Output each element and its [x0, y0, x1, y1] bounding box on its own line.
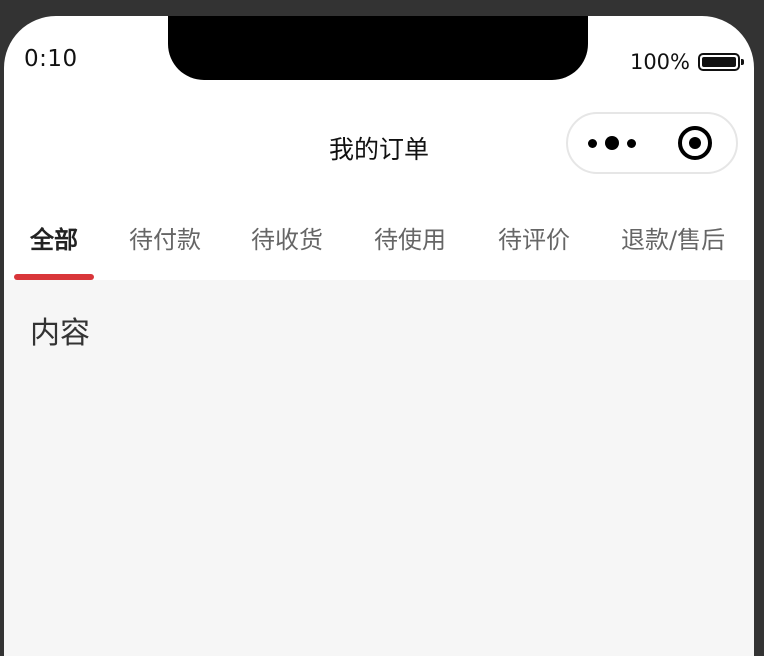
tab-pending-receipt[interactable]: 待收货 [251, 220, 323, 255]
menu-capsule [566, 112, 738, 174]
more-dots-icon[interactable] [588, 114, 636, 172]
device-notch [168, 16, 588, 80]
tab-pending-review[interactable]: 待评价 [498, 220, 570, 255]
target-circle-icon[interactable] [678, 126, 712, 160]
content-text: 内容 [30, 316, 90, 351]
tab-all[interactable]: 全部 [30, 220, 78, 255]
tab-pending-use[interactable]: 待使用 [374, 220, 446, 255]
battery-percent: 100% [629, 50, 690, 74]
status-time: 0:10 [24, 46, 78, 72]
dot [605, 136, 619, 150]
battery-icon [698, 53, 744, 71]
order-tabs: 全部 待付款 待收货 待使用 待评价 退款/售后 [4, 196, 754, 280]
status-bar-right: 100% [629, 50, 744, 74]
dot [588, 138, 597, 148]
target-center [689, 137, 701, 149]
battery-fill [702, 57, 736, 67]
tab-refund-aftersale[interactable]: 退款/售后 [621, 220, 725, 255]
phone-screen: 0:10 100% 我的订单 全部 待付款 待收货 待使用 待评价 退款/售后 … [4, 16, 754, 656]
content-area: 内容 [4, 280, 754, 656]
tab-pending-payment[interactable]: 待付款 [129, 220, 201, 255]
dot [627, 138, 636, 148]
battery-cap [741, 59, 744, 65]
